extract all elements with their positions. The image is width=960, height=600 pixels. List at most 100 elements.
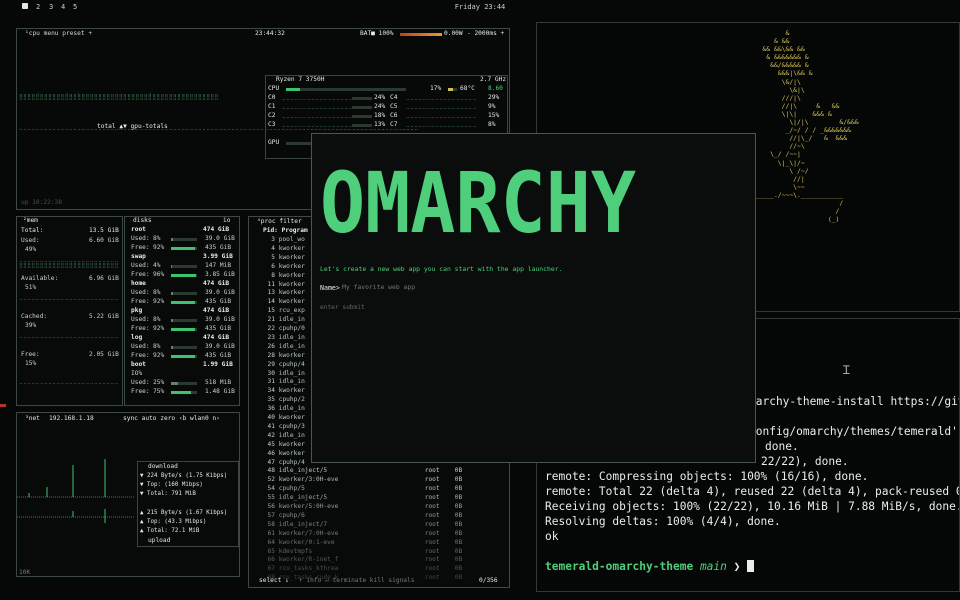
process-row[interactable]: 56 kworker/5:0H-eve root 0B xyxy=(255,503,505,512)
process-row[interactable]: 64 kworker/0:1-eve root 0B xyxy=(255,539,505,548)
process-name: kworker/R-inet_f xyxy=(278,556,339,564)
process-row[interactable]: 66 kworker/R-inet_f root 0B xyxy=(255,556,505,565)
disk-stat-label: Free: xyxy=(131,271,150,278)
process-pid: 3 xyxy=(271,236,275,243)
process-pid: 40 xyxy=(267,414,275,421)
process-user: root xyxy=(424,476,440,484)
disk-stat-label: Free: xyxy=(131,298,150,305)
net-title[interactable]: ³net xyxy=(25,415,40,424)
process-user: root xyxy=(424,529,440,537)
process-name: kworker/3:0H-eve xyxy=(278,476,339,484)
prompt-directory: temerald-omarchy-theme xyxy=(545,560,694,573)
process-pid: 13 xyxy=(267,289,275,297)
net-graph xyxy=(17,459,135,523)
process-pid: 45 xyxy=(267,440,275,448)
proc-hints[interactable]: ↑ info ↵ terminate kill signals xyxy=(299,577,414,586)
cpu-total-pct: 17% xyxy=(430,85,442,92)
process-row[interactable]: 54 cpuhp/5 root 0B xyxy=(255,485,505,494)
disk-stat-label: Free: xyxy=(131,325,150,332)
process-pid: 14 xyxy=(267,298,275,306)
disk-stat-value: 39.0 GiB xyxy=(205,343,235,350)
terminal-line: 22/22), done. xyxy=(761,455,849,468)
process-pid: 66 xyxy=(267,556,275,564)
mem-cached-value: 5.22 GiB xyxy=(89,313,119,320)
process-row[interactable]: 57 cpuhp/6 root 0B xyxy=(255,512,505,521)
process-row[interactable]: 55 idle_inject/5 root 0B xyxy=(255,494,505,503)
process-mem: 0B xyxy=(454,494,463,502)
process-row[interactable]: 65 kdevtmpfs root 0B xyxy=(255,548,505,557)
omarchy-logo: OMARCHY xyxy=(320,158,636,240)
disk-stat-pct: 8% xyxy=(153,316,161,323)
mem-available-pct: 51% xyxy=(25,284,37,291)
process-user: root xyxy=(424,503,440,510)
disk-stat-value: 39.0 GiB xyxy=(205,235,235,242)
core-graph: ⣀⣀⣀⣀⣀⣀⣀⣀⣀⣀⣀⣀⣀⣀⣀⣀⣀⣀⣀⣀⣀⣀ xyxy=(406,95,476,101)
process-user: root xyxy=(424,467,440,475)
disk-stat-label: Used: xyxy=(131,316,150,323)
disk-stat-value: 435 GiB xyxy=(205,352,232,359)
process-mem: 0B xyxy=(454,485,463,493)
proc-columns: Pid: Program xyxy=(263,227,308,234)
proc-select[interactable]: select ↓ xyxy=(259,577,289,586)
mem-free-label: Free: xyxy=(21,351,40,358)
process-pid: 64 xyxy=(267,538,275,546)
text-cursor-icon: Ɪ xyxy=(843,363,850,377)
process-name: cpuhp/5 xyxy=(278,485,305,493)
process-pid: 6 xyxy=(271,262,275,270)
process-row[interactable]: 58 idle_inject/7 root 0B xyxy=(255,521,505,530)
terminal-prompt[interactable]: temerald-omarchy-theme main ❯ xyxy=(545,560,755,573)
core-label: C0 xyxy=(268,94,276,101)
launcher-prompt: Let's create a new web app you can start… xyxy=(320,265,563,273)
process-pid: 57 xyxy=(267,511,275,519)
mem-available-label: Available: xyxy=(21,275,59,282)
net-download-label: download xyxy=(148,463,178,470)
net-options[interactable]: sync auto zero ‹b wlan0 n› xyxy=(123,415,220,424)
mem-free-value: 2.05 GiB xyxy=(89,351,119,358)
process-pid: 67 xyxy=(267,565,275,573)
proc-header[interactable]: ⁴proc filter xyxy=(257,218,302,227)
disk-stat-label: Free: xyxy=(131,244,150,251)
edge-marker xyxy=(0,404,6,407)
process-pid: 46 xyxy=(267,449,275,457)
mem-title[interactable]: ²mem xyxy=(23,217,38,226)
refresh-interval[interactable]: - 2000ms + xyxy=(467,30,504,39)
disk-stat-label: Used: xyxy=(131,235,150,242)
process-row[interactable]: 48 idle_inject/5 root 0B xyxy=(255,467,505,476)
process-row[interactable]: 61 kworker/7:0H-eve root 0B xyxy=(255,530,505,539)
gpu-totals-toggle[interactable]: total ▲▼ gpu-totals xyxy=(97,123,168,132)
net-ip: 192.168.1.18 xyxy=(49,415,94,422)
name-input[interactable] xyxy=(342,282,542,292)
power-readout: 0.00W xyxy=(444,30,463,37)
core-label: C2 xyxy=(268,112,276,119)
disk-stat-pct: 92% xyxy=(153,298,165,305)
process-mem: 0B xyxy=(454,467,463,475)
clock[interactable]: Friday 23:44 xyxy=(0,3,960,11)
process-user: root xyxy=(424,511,440,519)
process-pid: 47 xyxy=(267,458,275,466)
core-label: C4 xyxy=(390,94,398,101)
disks-title[interactable]: disks xyxy=(133,217,152,226)
disk-stat-value: 435 GiB xyxy=(205,244,232,251)
process-row[interactable]: 52 kworker/3:0H-eve root 0B xyxy=(255,476,505,485)
terminal-cursor xyxy=(747,560,755,572)
disk-io: IO% xyxy=(131,370,143,377)
disk-name: swap xyxy=(131,253,146,260)
cpu-time: 23:44:32 xyxy=(255,30,285,37)
process-mem: 0B xyxy=(454,556,463,564)
disk-size: 474 GiB xyxy=(203,334,230,341)
cpu-tabs[interactable]: ¹cpu menu preset + xyxy=(25,30,92,39)
mem-panel: ²mem Total: 13.5 GiB Used: 6.60 GiB 49% … xyxy=(16,216,123,406)
process-mem: 0B xyxy=(454,511,463,519)
disk-size: 1.99 GiB xyxy=(203,361,233,368)
process-row[interactable]: 67 rcu_tasks_kthrea root 0B xyxy=(255,565,505,574)
disks-io-toggle[interactable]: io xyxy=(223,217,230,226)
terminal-line: marchy-theme-install https://git xyxy=(749,395,960,408)
core-pct: 13% xyxy=(374,121,386,128)
process-pid: 56 xyxy=(267,503,275,510)
disk-stat-label: Used: xyxy=(131,262,150,269)
disk-stat-pct: 8% xyxy=(153,343,161,350)
process-pid: 42 xyxy=(267,431,275,439)
disk-stat-pct: 75% xyxy=(153,388,165,395)
process-mem: 0B xyxy=(454,574,463,582)
disk-stat-label: Free: xyxy=(131,388,150,395)
